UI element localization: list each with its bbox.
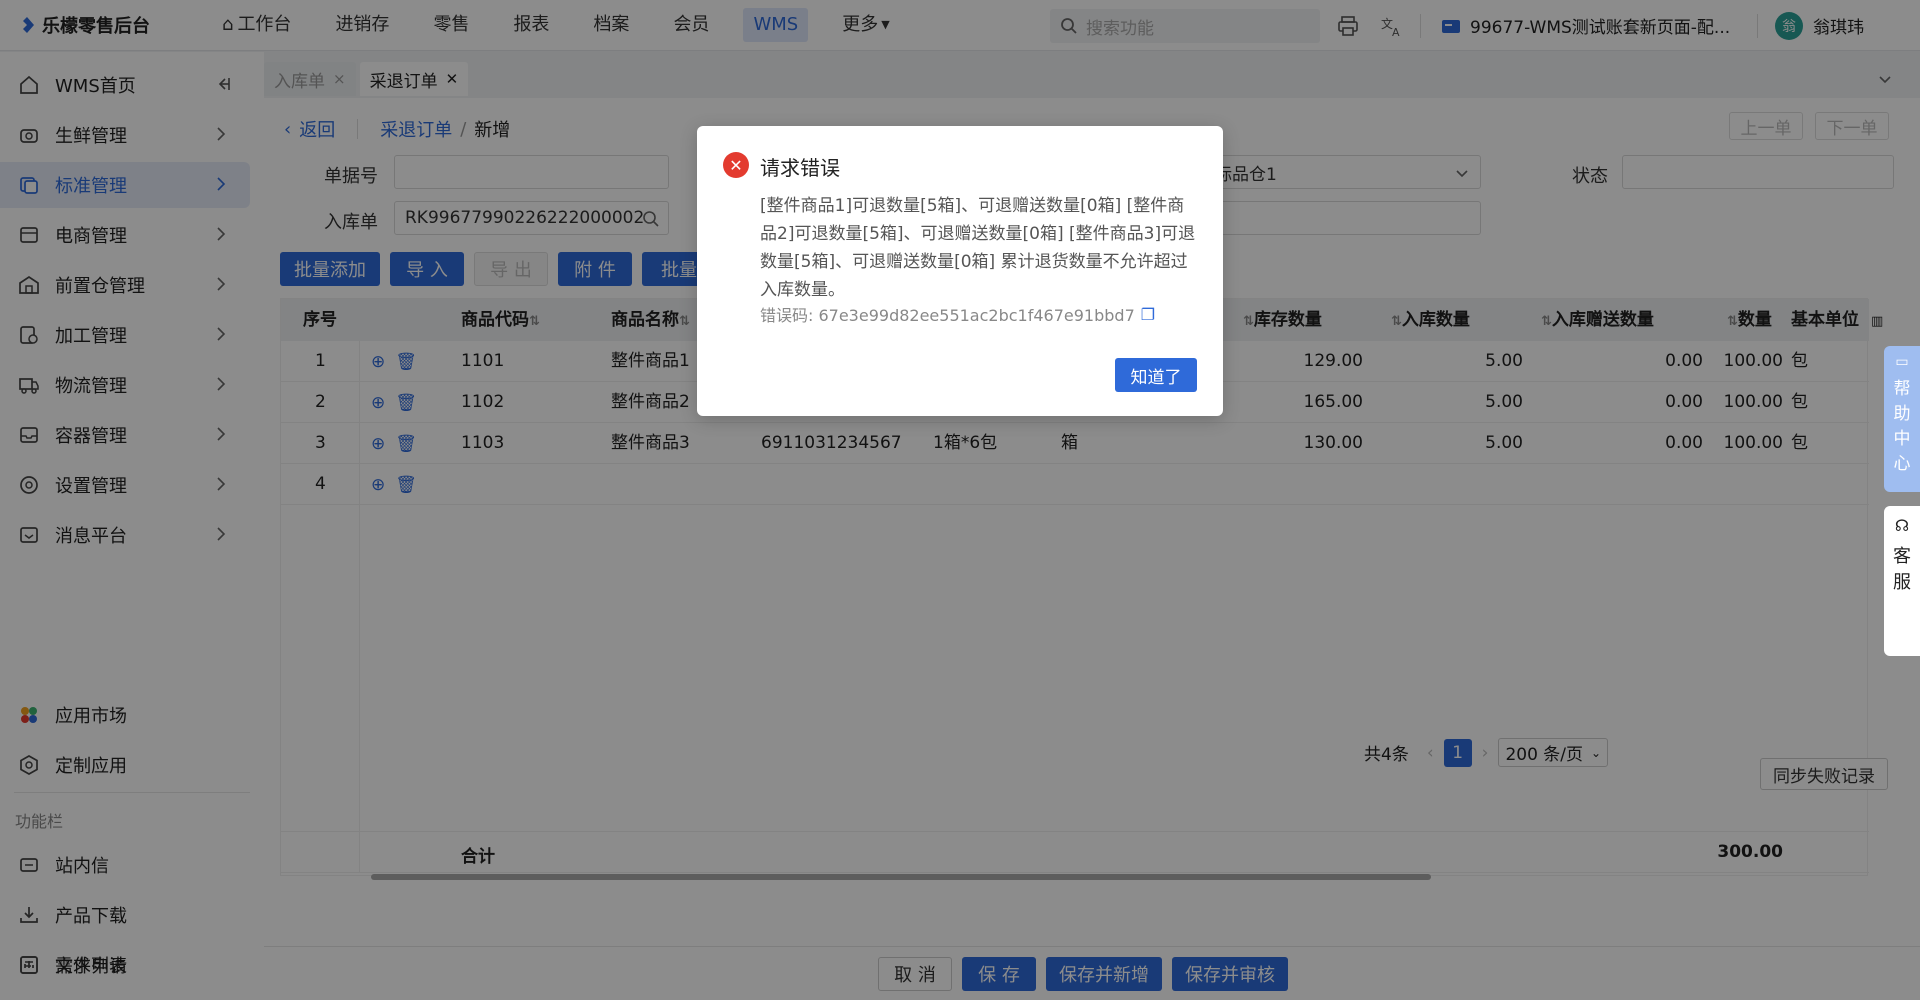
service-char: 客 bbox=[1893, 546, 1911, 567]
dialog-message: [整件商品1]可退数量[5箱]、可退赠送数量[0箱] [整件商品2]可退数量[5… bbox=[760, 196, 1196, 300]
error-dialog: ✕ 请求错误 [整件商品1]可退数量[5箱]、可退赠送数量[0箱] [整件商品2… bbox=[697, 126, 1223, 416]
customer-service-tab[interactable]: ☊ 客 服 bbox=[1884, 506, 1920, 656]
error-code-text: 错误码: 67e3e99d82ee551ac2bc1f467e91bbd7 bbox=[760, 306, 1135, 325]
copy-icon[interactable]: ❐ bbox=[1141, 305, 1155, 324]
help-char: 帮 bbox=[1893, 379, 1911, 399]
help-char: 中 bbox=[1893, 429, 1911, 449]
dialog-title: 请求错误 bbox=[760, 156, 840, 180]
help-char: 助 bbox=[1893, 404, 1911, 424]
service-char: 服 bbox=[1893, 572, 1911, 593]
ok-button[interactable]: 知道了 bbox=[1115, 358, 1197, 392]
error-code: 错误码: 67e3e99d82ee551ac2bc1f467e91bbd7 ❐ bbox=[760, 302, 1155, 326]
help-center-tab[interactable]: ▭ 帮 助 中 心 bbox=[1884, 346, 1920, 492]
chat-icon: ▭ bbox=[1895, 354, 1909, 370]
error-icon: ✕ bbox=[723, 152, 749, 178]
help-char: 心 bbox=[1893, 454, 1911, 474]
headset-icon: ☊ bbox=[1894, 516, 1910, 535]
